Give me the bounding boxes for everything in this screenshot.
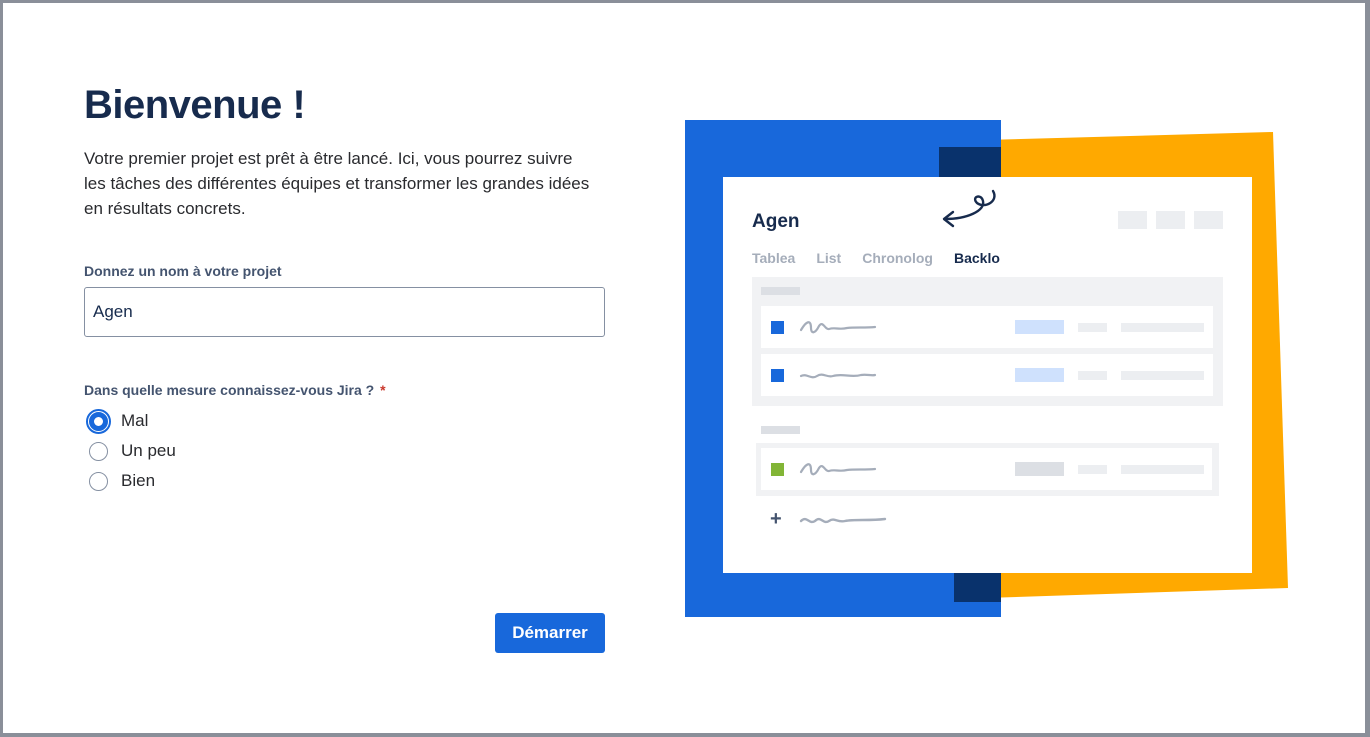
radio-button[interactable] — [89, 471, 108, 491]
mock-status-pill — [1015, 462, 1064, 476]
radio-option-un-peu[interactable]: Un peu — [89, 441, 176, 461]
dark-accent-top — [939, 147, 1001, 179]
radio-option-mal[interactable]: Mal — [86, 408, 149, 434]
issue-type-icon — [771, 369, 784, 382]
mock-field — [1078, 371, 1107, 380]
radio-label: Mal — [121, 411, 149, 430]
mock-status-pill — [1015, 368, 1064, 382]
welcome-dialog: Bienvenue ! Votre premier projet est prê… — [3, 3, 1365, 733]
radio-button[interactable] — [89, 441, 108, 461]
board-mock-card: Agen Tablea List Chronolog Backlo + — [723, 177, 1252, 573]
squiggle-text-icon — [799, 463, 877, 476]
squiggle-text-icon — [799, 321, 877, 334]
issue-type-icon — [771, 321, 784, 334]
mock-toolbar-block — [1194, 211, 1223, 229]
mock-field — [1121, 371, 1204, 380]
mock-backlog-section — [756, 443, 1219, 496]
intro-text: Votre premier projet est prêt à être lan… — [84, 149, 590, 218]
mock-tab: Tablea — [752, 250, 796, 266]
mock-issue-row — [761, 448, 1212, 490]
mock-field — [1078, 323, 1107, 332]
required-marker: * — [380, 382, 386, 398]
issue-type-icon — [771, 463, 784, 476]
squiggle-text-icon — [799, 373, 877, 379]
radio-label: Bien — [121, 471, 156, 490]
start-button[interactable]: Démarrer — [495, 613, 605, 653]
mock-tab-active: Backlo — [953, 250, 1000, 266]
mock-section-header — [761, 426, 800, 434]
dark-accent-bottom — [954, 572, 1001, 602]
project-name-label: Donnez un nom à votre projet — [84, 263, 282, 279]
mock-status-pill — [1015, 320, 1064, 334]
radio-button-checked[interactable] — [86, 408, 111, 434]
mock-tabs: Tablea List Chronolog Backlo — [752, 250, 1000, 266]
radio-label: Un peu — [121, 441, 176, 460]
mock-field — [1078, 465, 1107, 474]
curved-arrow-icon — [942, 189, 996, 228]
experience-question-text: Dans quelle mesure connaissez-vous Jira … — [84, 382, 375, 398]
mock-issue-row — [761, 354, 1213, 396]
mock-toolbar-block — [1156, 211, 1185, 229]
page-title: Bienvenue ! — [84, 83, 306, 127]
mock-toolbar-block — [1118, 211, 1147, 229]
mock-field — [1121, 465, 1204, 474]
mock-tab: List — [816, 250, 842, 266]
mock-section-header — [761, 287, 800, 295]
plus-icon: + — [770, 508, 782, 530]
squiggle-text-icon — [799, 517, 887, 524]
mock-issue-row — [761, 306, 1213, 348]
experience-question-label: Dans quelle mesure connaissez-vous Jira … — [84, 382, 386, 398]
radio-option-bien[interactable]: Bien — [89, 471, 155, 491]
mock-tab: Chronolog — [862, 250, 933, 266]
mock-sprint-section — [752, 277, 1223, 406]
project-illustration: Agen Tablea List Chronolog Backlo + — [685, 118, 1295, 623]
project-name-input[interactable] — [84, 287, 605, 337]
mock-field — [1121, 323, 1204, 332]
mock-project-title: Agen — [752, 211, 800, 232]
